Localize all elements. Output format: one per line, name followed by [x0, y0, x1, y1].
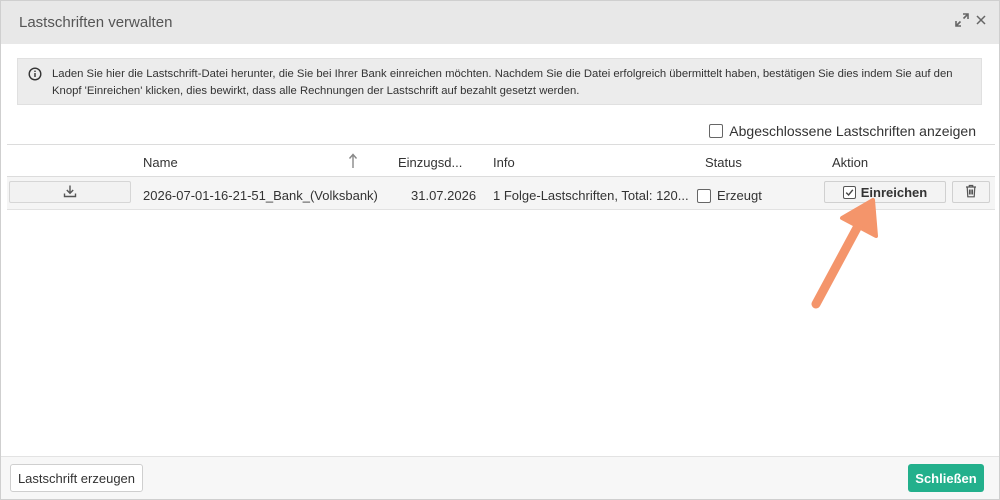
trash-icon	[965, 184, 977, 201]
delete-button[interactable]	[952, 181, 990, 203]
show-closed-label: Abgeschlossene Lastschriften anzeigen	[729, 123, 976, 139]
dialog-footer: Lastschrift erzeugen Schließen	[1, 456, 999, 499]
table-header: Name Einzugsd... Info Status Aktion	[7, 144, 995, 177]
status-checkbox[interactable]	[697, 188, 711, 203]
column-header-name[interactable]: Name	[143, 155, 178, 170]
row-due-date: 31.07.2026	[411, 188, 477, 203]
row-name: 2026-07-01-16-21-51_Bank_(Volksbank)	[143, 188, 378, 203]
column-header-status[interactable]: Status	[705, 155, 742, 170]
generate-direct-debit-button[interactable]: Lastschrift erzeugen	[10, 464, 143, 492]
annotation-arrow-icon	[806, 196, 886, 316]
info-icon	[28, 67, 42, 86]
column-header-action: Aktion	[832, 155, 869, 170]
close-button[interactable]: Schließen	[908, 464, 984, 492]
info-box: Laden Sie hier die Lastschrift-Datei her…	[17, 58, 982, 105]
row-status: Erzeugt	[697, 188, 762, 203]
download-icon	[63, 184, 77, 201]
info-text: Laden Sie hier die Lastschrift-Datei her…	[52, 68, 953, 97]
manage-direct-debits-dialog: Lastschriften verwalten Laden Sie hier d…	[0, 0, 1000, 500]
expand-icon[interactable]	[955, 13, 969, 27]
column-header-info[interactable]: Info	[493, 155, 515, 170]
titlebar-controls	[955, 13, 987, 27]
column-header-due-date[interactable]: Einzugsd...	[398, 155, 462, 170]
status-label: Erzeugt	[717, 188, 762, 203]
dialog-titlebar: Lastschriften verwalten	[1, 1, 999, 44]
sort-ascending-icon[interactable]	[348, 153, 358, 172]
dialog-title: Lastschriften verwalten	[19, 14, 173, 31]
row-info: 1 Folge-Lastschriften, Total: 120...	[493, 188, 689, 203]
show-closed-toggle[interactable]: Abgeschlossene Lastschriften anzeigen	[709, 123, 976, 139]
close-icon[interactable]	[975, 14, 987, 26]
download-button[interactable]	[9, 181, 131, 203]
show-closed-checkbox[interactable]	[709, 124, 724, 138]
